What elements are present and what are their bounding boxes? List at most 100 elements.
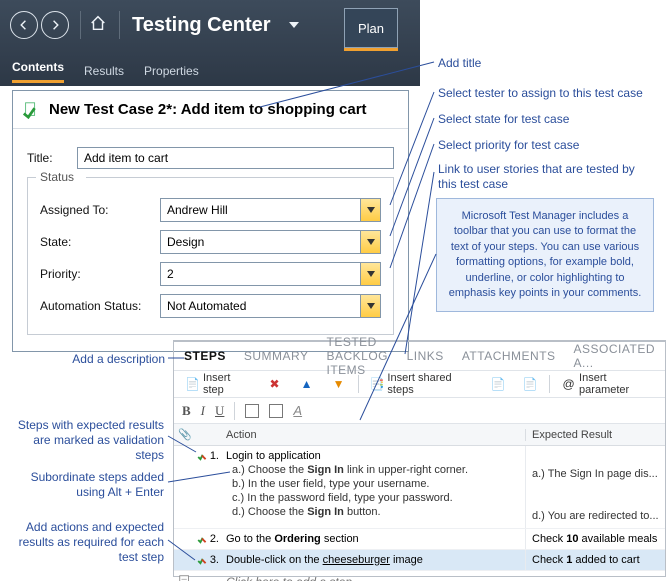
app-title: Testing Center [132, 14, 271, 37]
expected-column: Expected Result [525, 429, 665, 441]
callout-validation-steps: Steps with expected results are marked a… [8, 418, 164, 463]
step-number: 2. [196, 529, 222, 549]
chevron-down-icon[interactable] [360, 231, 380, 253]
title-input[interactable] [77, 147, 394, 169]
tab-steps[interactable]: STEPS [184, 349, 226, 363]
italic-button[interactable]: I [201, 403, 205, 419]
tab-results[interactable]: Results [84, 64, 124, 78]
step-row[interactable]: 3.Double-click on the cheeseburger image… [174, 550, 665, 571]
move-down-button[interactable]: ▼ [326, 373, 352, 395]
step-expected[interactable]: Check 10 available meals [525, 529, 665, 549]
new-step-icon [174, 574, 196, 581]
insert-parameter-button[interactable]: @Insert parameter [556, 369, 659, 399]
priority-input[interactable] [160, 262, 381, 286]
parameter-icon: @ [561, 376, 576, 392]
action-column: Action [222, 429, 525, 441]
toolbar-divider [549, 375, 550, 393]
callout-select-priority: Select priority for test case [438, 138, 579, 153]
toolbar-divider [234, 402, 235, 420]
doc-plus-icon: 📄 [490, 376, 506, 392]
doc-icon: 📄 [522, 376, 538, 392]
back-button[interactable] [10, 11, 38, 39]
steps-toolbar: 📄Insert step ✖ ▲ ▼ 📑Insert shared steps … [174, 370, 665, 398]
tab-attachments[interactable]: ATTACHMENTS [462, 349, 556, 363]
insert-step-button[interactable]: 📄Insert step [180, 369, 256, 399]
insert-shared-button[interactable]: 📑Insert shared steps [364, 369, 479, 399]
chevron-down-icon[interactable] [360, 263, 380, 285]
toolbar-divider [358, 375, 359, 393]
create-shared-button[interactable]: 📄 [485, 373, 511, 395]
step-expected[interactable]: a.) The Sign In page dis... d.) You are … [525, 446, 665, 528]
state-combo[interactable] [160, 230, 381, 254]
step-expected[interactable]: Check 1 added to cart [525, 550, 665, 570]
app-header: Testing Center Plan Contents Results Pro… [0, 0, 420, 86]
sub-tabs: Contents Results Properties [0, 56, 211, 86]
chevron-down-icon[interactable] [360, 295, 380, 317]
separator [119, 11, 120, 39]
arrow-up-icon: ▲ [299, 376, 315, 392]
shared-steps-icon: 📑 [369, 376, 384, 392]
separator [80, 11, 81, 39]
tab-summary[interactable]: SUMMARY [244, 349, 309, 363]
priority-combo[interactable] [160, 262, 381, 286]
steps-tabs: STEPS SUMMARY TESTED BACKLOG ITEMS LINKS… [174, 342, 665, 370]
add-step-row[interactable]: Click here to add a step [174, 571, 665, 581]
assignedto-combo[interactable] [160, 198, 381, 222]
state-input[interactable] [160, 230, 381, 254]
attachment-column-icon: 📎 [174, 428, 196, 441]
format-toolbar: B I U A [174, 398, 665, 424]
steps-columns: 📎 Action Expected Result [174, 424, 665, 446]
delete-step-button[interactable]: ✖ [262, 373, 288, 395]
arrow-down-icon: ▼ [331, 376, 347, 392]
step-row[interactable]: 1.Login to applicationa.) Choose the Sig… [174, 446, 665, 529]
testcase-icon [21, 100, 41, 120]
plan-tab-underline [344, 48, 398, 51]
callout-select-state: Select state for test case [438, 112, 569, 127]
priority-label: Priority: [40, 267, 160, 281]
callout-infobox: Microsoft Test Manager includes a toolba… [436, 198, 654, 312]
open-shared-button[interactable]: 📄 [517, 373, 543, 395]
highlight-button[interactable] [269, 404, 283, 418]
underline-button[interactable]: U [215, 403, 224, 419]
callout-sub-steps: Subordinate steps added using Alt + Ente… [20, 470, 164, 500]
callout-add-title: Add title [438, 56, 481, 71]
bold-button[interactable]: B [182, 403, 191, 419]
steps-panel: STEPS SUMMARY TESTED BACKLOG ITEMS LINKS… [173, 340, 666, 577]
panel-title: New Test Case 2*: Add item to shopping c… [49, 101, 367, 118]
step-row[interactable]: 2.Go to the Ordering sectionCheck 10 ava… [174, 529, 665, 550]
clear-format-button[interactable]: A [293, 403, 302, 418]
tab-links[interactable]: LINKS [407, 349, 444, 363]
callout-link-stories: Link to user stories that are tested by … [438, 162, 638, 192]
tab-associated[interactable]: ASSOCIATED A... [574, 342, 655, 370]
font-color-button[interactable] [245, 404, 259, 418]
assignedto-input[interactable] [160, 198, 381, 222]
automation-input[interactable] [160, 294, 381, 318]
automation-combo[interactable] [160, 294, 381, 318]
testcase-panel: New Test Case 2*: Add item to shopping c… [12, 90, 409, 352]
state-label: State: [40, 235, 160, 249]
forward-button[interactable] [41, 11, 69, 39]
step-number: 3. [196, 550, 222, 570]
home-icon[interactable] [89, 14, 111, 36]
status-legend: Status [36, 170, 86, 184]
step-action[interactable]: Double-click on the cheeseburger image [222, 550, 525, 570]
insert-step-icon: 📄 [185, 376, 200, 392]
assignedto-label: Assigned To: [40, 203, 160, 217]
app-dropdown-icon[interactable] [289, 22, 299, 28]
chevron-down-icon[interactable] [360, 199, 380, 221]
panel-header: New Test Case 2*: Add item to shopping c… [13, 91, 408, 129]
automation-label: Automation Status: [40, 299, 160, 313]
plan-tab[interactable]: Plan [344, 8, 398, 48]
callout-add-actions: Add actions and expected results as requ… [8, 520, 164, 565]
steps-body: 1.Login to applicationa.) Choose the Sig… [174, 446, 665, 581]
callout-select-tester: Select tester to assign to this test cas… [438, 86, 643, 101]
callout-add-description: Add a description [60, 352, 165, 367]
title-label: Title: [27, 151, 77, 165]
step-action[interactable]: Login to applicationa.) Choose the Sign … [222, 446, 525, 528]
delete-icon: ✖ [267, 376, 283, 392]
status-group: Status Assigned To: State: [27, 177, 394, 335]
tab-properties[interactable]: Properties [144, 64, 199, 78]
move-up-button[interactable]: ▲ [294, 373, 320, 395]
tab-contents[interactable]: Contents [12, 60, 64, 83]
step-action[interactable]: Go to the Ordering section [222, 529, 525, 549]
